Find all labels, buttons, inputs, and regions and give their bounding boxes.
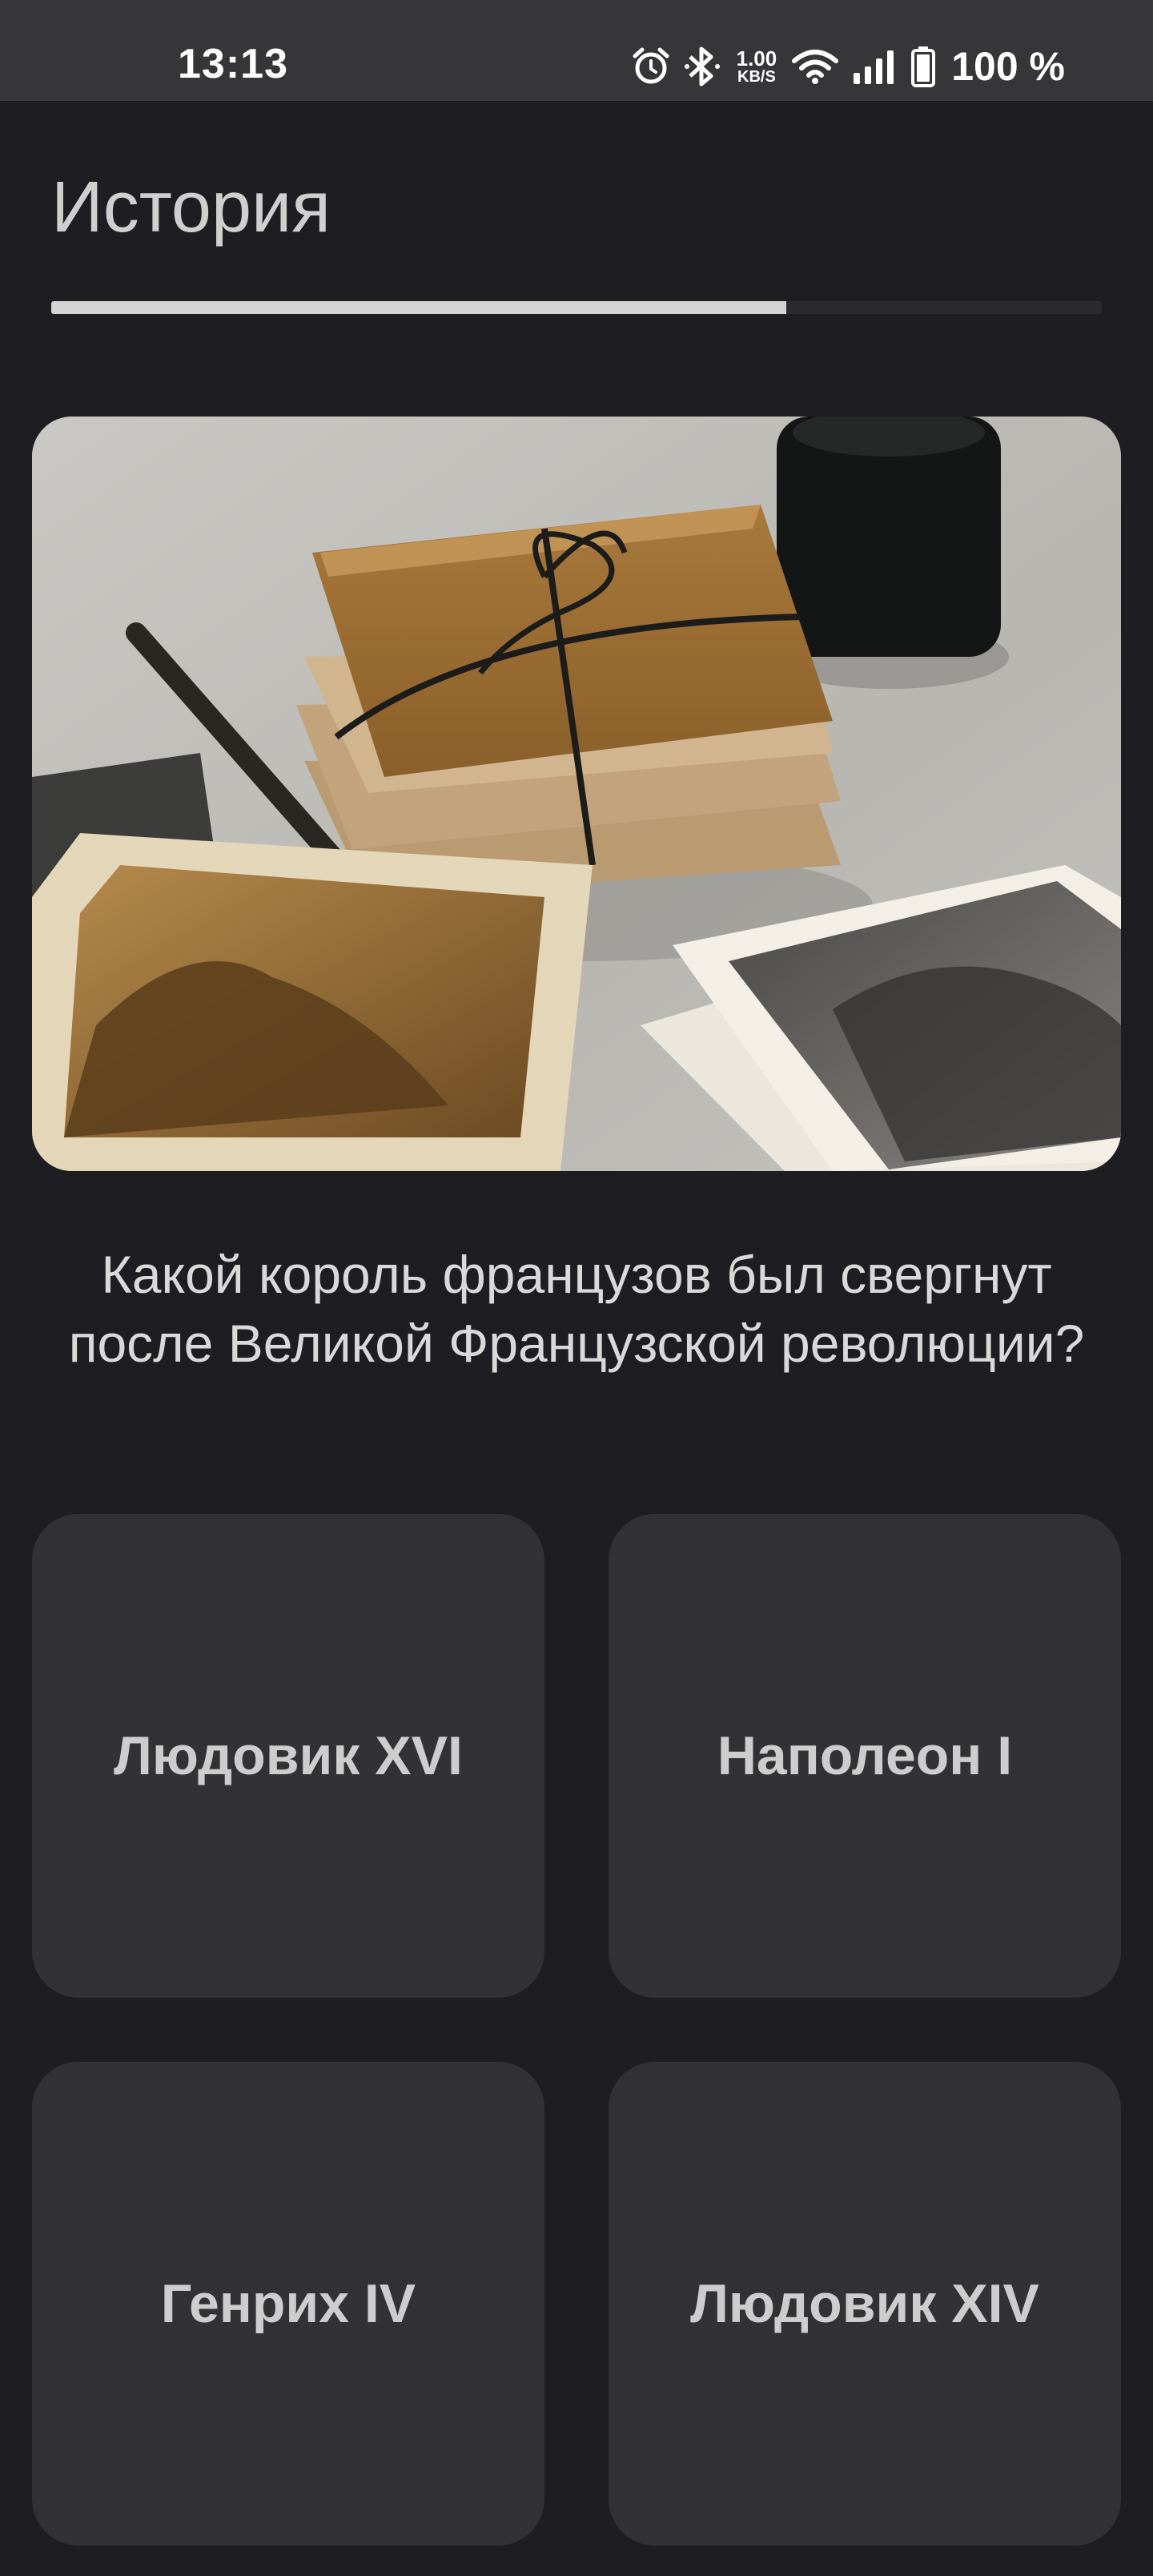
question-image [32,417,1121,1171]
answer-label: Наполеон I [717,1725,1013,1786]
answer-option-2[interactable]: Наполеон I [609,1514,1121,1998]
answer-label: Людовик XVI [114,1725,463,1786]
answer-label: Генрих IV [160,2273,416,2334]
bluetooth-icon [684,46,722,87]
question-text: Какой король французов был свергнут посл… [68,1245,1085,1373]
wifi-icon [791,48,839,85]
network-speed-value: 1.00 [736,46,777,70]
answer-option-3[interactable]: Генрих IV [32,2062,544,2546]
signal-icon [852,49,898,84]
status-time: 13:13 [178,41,288,87]
answer-option-4[interactable]: Людовик XIV [609,2062,1121,2546]
answer-label: Людовик XIV [690,2273,1039,2334]
network-speed-unit: KB/S [737,68,776,86]
quiz-progress-bar [51,301,1102,314]
alarm-icon [631,46,671,87]
category-title: История [51,167,331,248]
quiz-progress-fill [51,301,787,314]
network-speed: 1.00 KB/S [737,48,777,85]
status-bar: 13:13 1.00 KB/S 100 % [0,0,1153,101]
battery-percent: 100 % [951,44,1065,89]
answer-option-1[interactable]: Людовик XVI [32,1514,544,1998]
status-icons: 1.00 KB/S 100 % [631,40,1065,93]
battery-icon [911,46,936,87]
